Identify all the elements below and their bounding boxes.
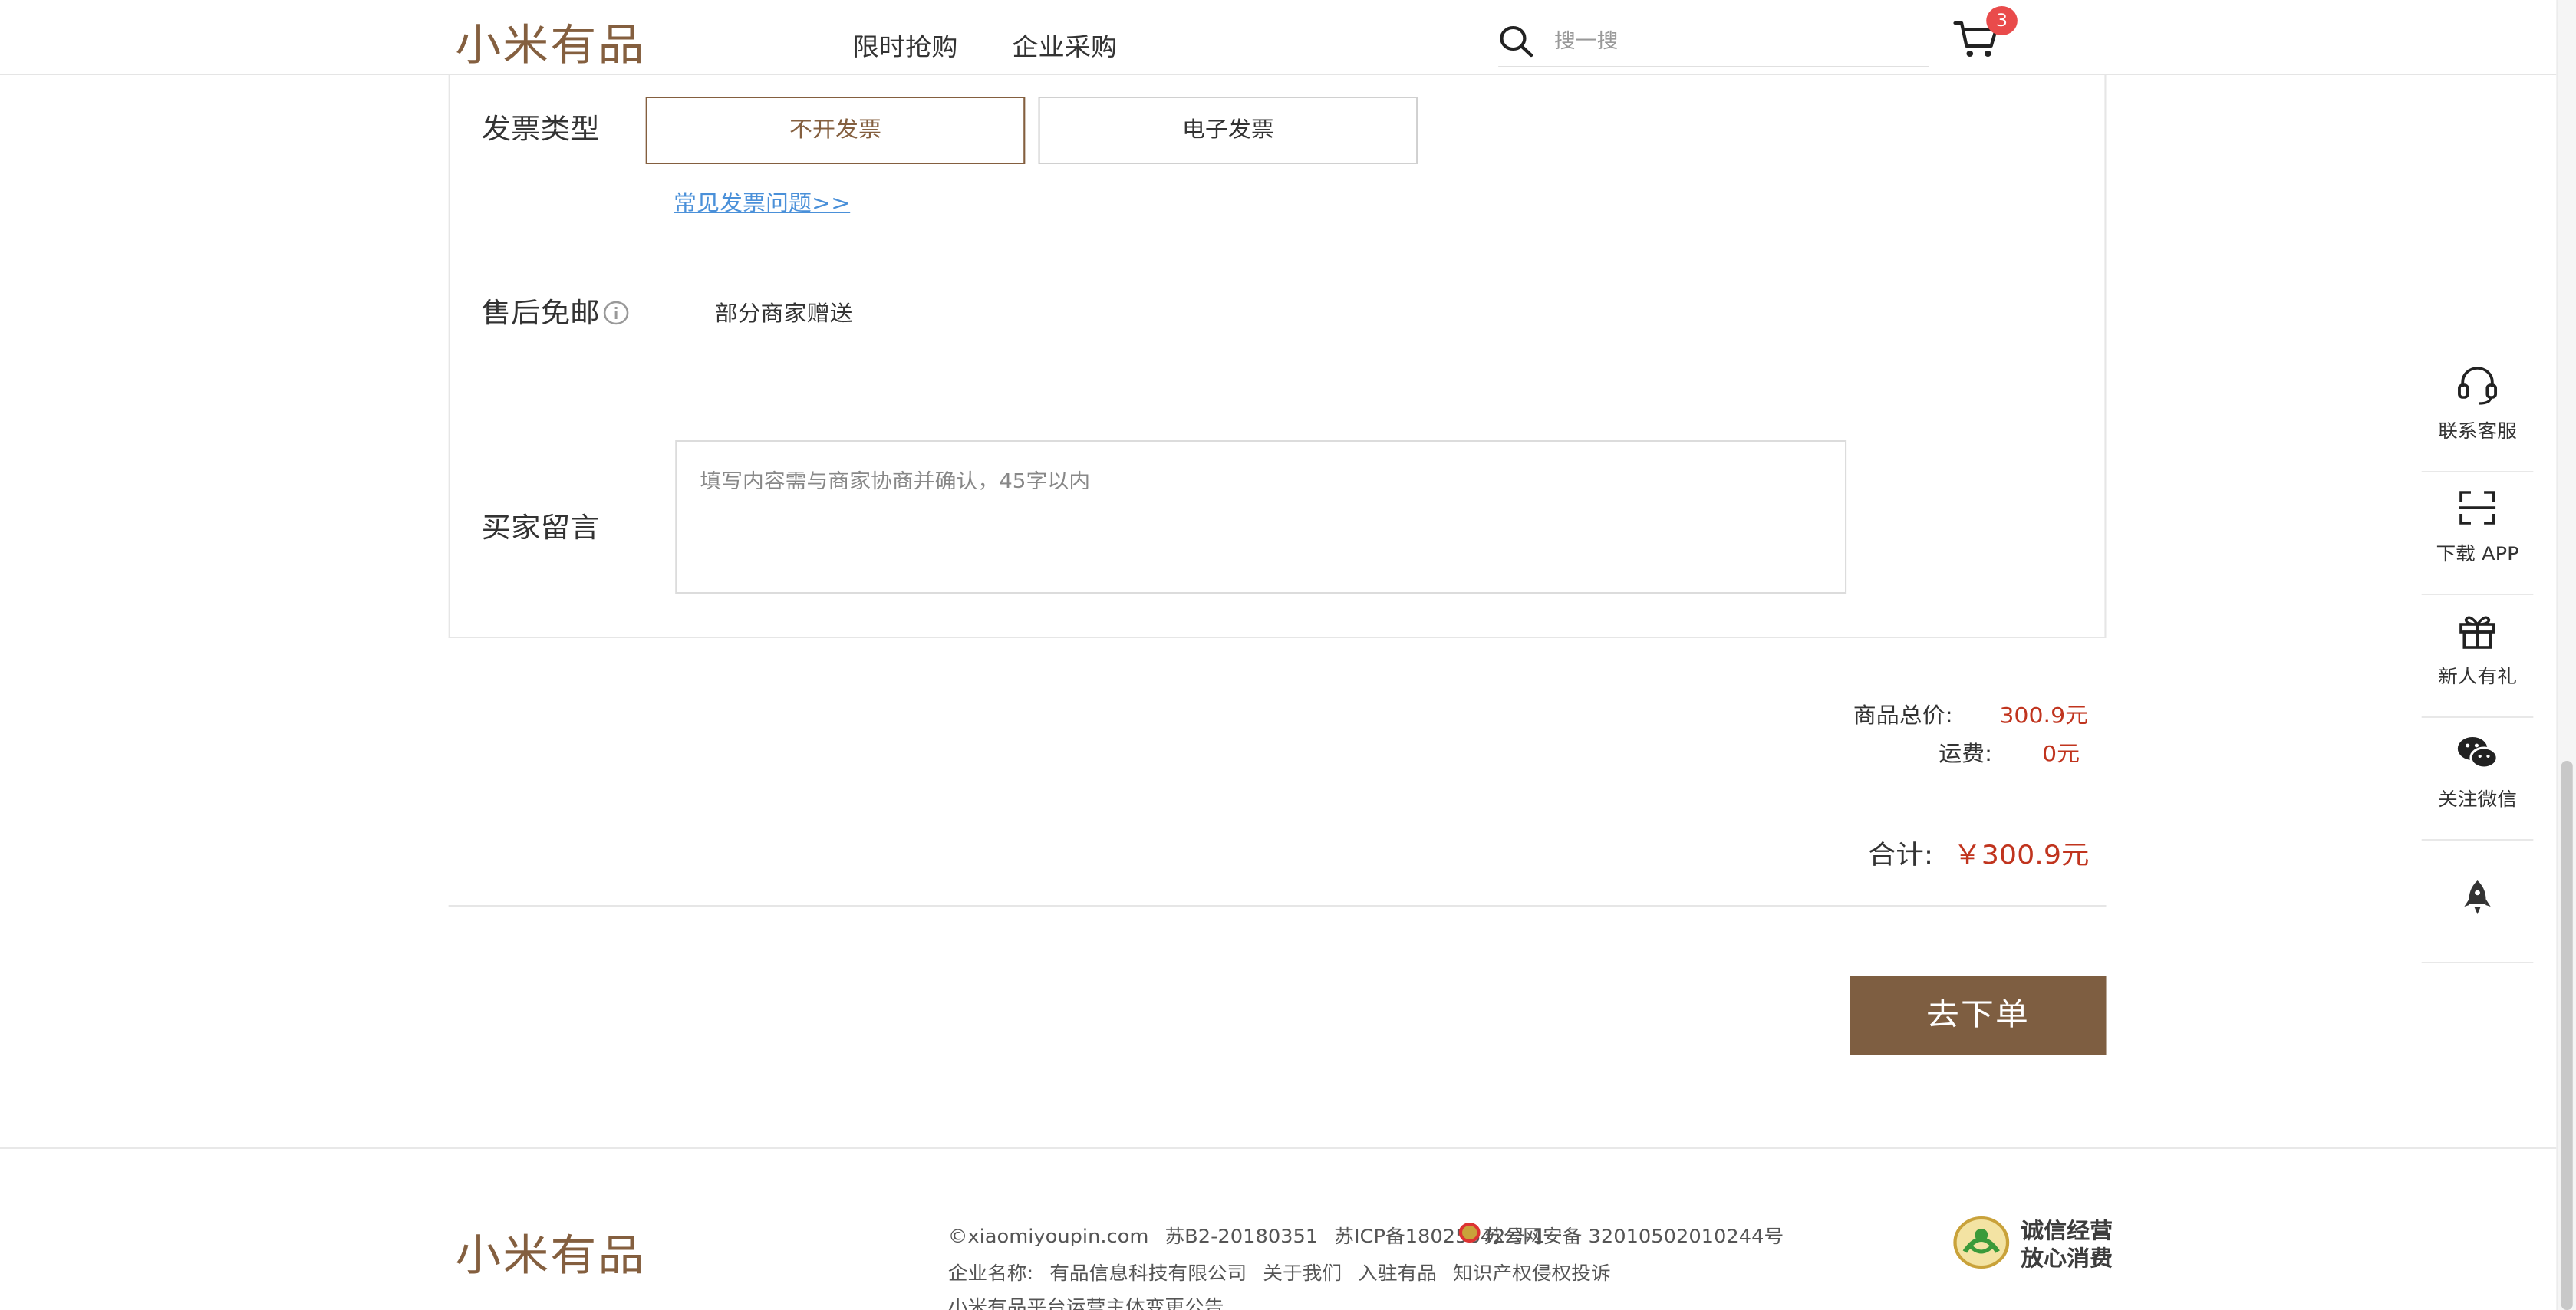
footer-notice-link[interactable]: 小米有品平台运营主体变更公告 (948, 1293, 1224, 1310)
rail-label: 关注微信 (2438, 788, 2517, 810)
right-tool-rail: 联系客服 下载 APP 新人有礼 关注微信 (2421, 350, 2534, 963)
cart-count-badge: 3 (1986, 6, 2018, 35)
footer-copyright: ©xiaomiyoupin.com (947, 1226, 1149, 1247)
rail-follow-wechat[interactable]: 关注微信 (2421, 718, 2534, 841)
top-header: 小米有品 限时抢购 企业采购 3 (0, 0, 2557, 75)
after-sale-free-shipping-label: 售后免邮 (481, 298, 600, 330)
search-icon[interactable] (1498, 25, 1534, 58)
site-logo[interactable]: 小米有品 (455, 12, 645, 74)
trust-seal-text: 诚信经营 放心消费 (2021, 1218, 2113, 1273)
footer-divider (0, 1147, 2557, 1149)
buyer-note-label: 买家留言 (481, 512, 600, 545)
footer-company-line: 企业名称: 有品信息科技有限公司 关于我们 入驻有品 知识产权侵权投诉 (948, 1259, 1621, 1285)
rail-label: 联系客服 (2438, 420, 2517, 442)
footer-logo[interactable]: 小米有品 (455, 1223, 645, 1284)
footer-police-record[interactable]: 苏公网安备 32010502010244号 (1484, 1223, 1784, 1249)
search-bar (1498, 15, 1929, 67)
footer-about-link[interactable]: 关于我们 (1263, 1262, 1342, 1284)
info-icon[interactable] (603, 301, 629, 325)
footer-join-link[interactable]: 入驻有品 (1358, 1262, 1437, 1284)
invoice-type-label: 发票类型 (481, 114, 600, 146)
goods-total-value: 300.9元 (1999, 704, 2089, 729)
trust-line-2: 放心消费 (2021, 1247, 2113, 1272)
rail-download-app[interactable]: 下载 APP (2421, 472, 2534, 595)
after-sale-value: 部分商家赠送 (714, 302, 853, 327)
headset-icon (2458, 367, 2498, 405)
nav-enterprise-purchase[interactable]: 企业采购 (1012, 26, 1117, 63)
footer-b2-license[interactable]: 苏B2-20180351 (1164, 1226, 1318, 1247)
goods-total-label: 商品总价: (1853, 704, 1953, 729)
rail-label: 下载 APP (2436, 543, 2519, 564)
nav-flash-sale[interactable]: 限时抢购 (852, 26, 957, 63)
invoice-faq-link[interactable]: 常见发票问题>> (674, 187, 850, 218)
buyer-note-input[interactable] (675, 440, 1847, 594)
total-label: 合计: (1867, 841, 1934, 871)
rail-customer-service[interactable]: 联系客服 (2421, 350, 2534, 472)
scan-icon (2459, 491, 2496, 525)
footer-company-label: 企业名称: (947, 1262, 1034, 1284)
trust-line-1: 诚信经营 (2021, 1219, 2113, 1244)
rail-back-to-top[interactable] (2421, 841, 2534, 963)
cart-button[interactable]: 3 (1953, 6, 2018, 61)
rail-new-user-gift[interactable]: 新人有礼 (2421, 595, 2534, 718)
summary-divider (448, 905, 2107, 907)
wechat-icon (2457, 737, 2499, 769)
total-value: ￥300.9元 (1953, 841, 2090, 871)
shipping-value: 0元 (2042, 742, 2080, 767)
footer-ip-complaint-link[interactable]: 知识产权侵权投诉 (1453, 1262, 1611, 1284)
place-order-button[interactable]: 去下单 (1850, 976, 2107, 1055)
scrollbar-thumb[interactable] (2561, 761, 2573, 1310)
shipping-label: 运费: (1939, 742, 1993, 767)
trust-seal-icon (1953, 1216, 2010, 1269)
police-badge-icon (1458, 1223, 1481, 1243)
rail-label: 新人有礼 (2438, 666, 2517, 687)
rocket-icon (2464, 880, 2491, 914)
invoice-option-electronic[interactable]: 电子发票 (1038, 97, 1418, 164)
invoice-option-none[interactable]: 不开发票 (645, 97, 1026, 164)
search-input[interactable] (1553, 25, 1916, 58)
footer-company-name: 有品信息科技有限公司 (1049, 1262, 1247, 1284)
gift-icon (2459, 616, 2495, 649)
